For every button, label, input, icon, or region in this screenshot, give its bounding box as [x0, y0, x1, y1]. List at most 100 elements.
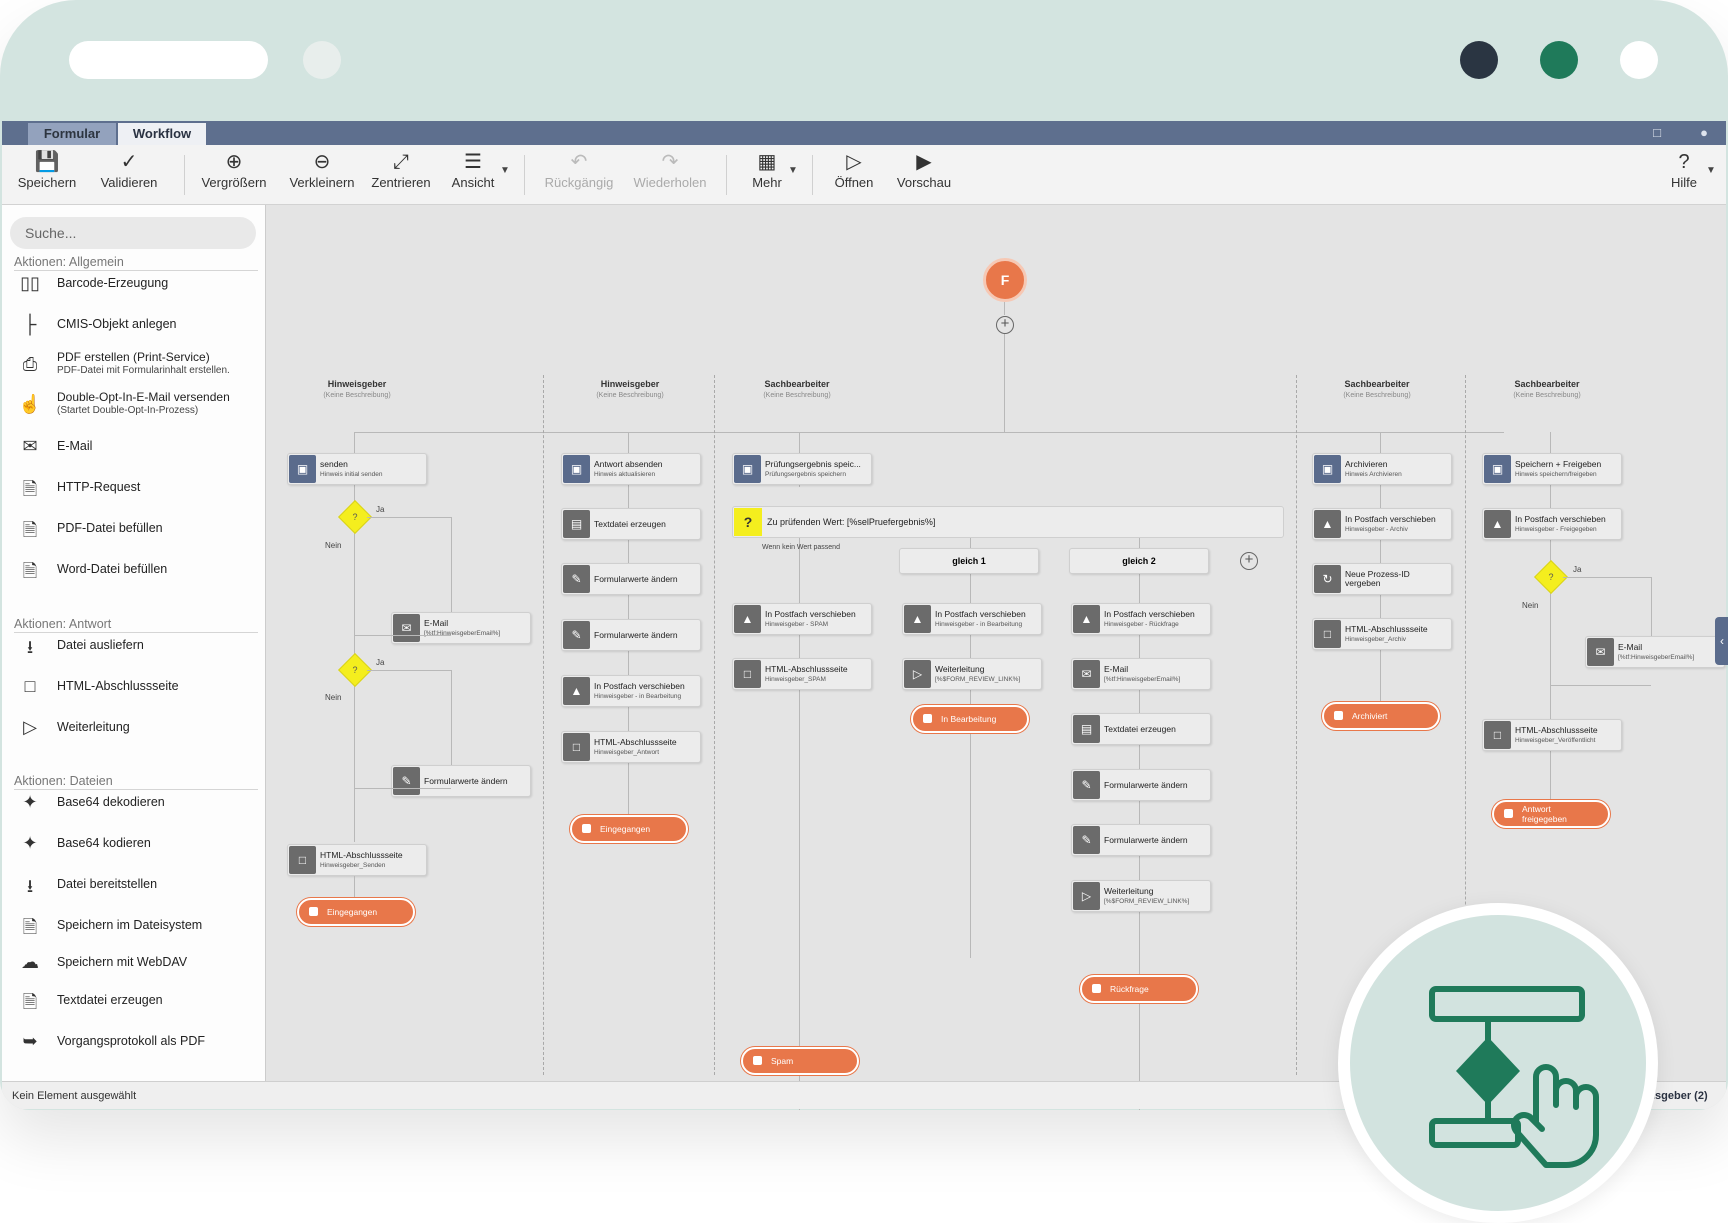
workflow-node[interactable]: □ HTML-Abschlussseite Hinweisgeber_SPAM — [732, 658, 872, 690]
sidebar-item-text-file[interactable]: 🗎 Textdatei erzeugen — [16, 984, 256, 1018]
sidebar-item-base64-decode[interactable]: ✦ Base64 dekodieren — [16, 786, 256, 820]
workflow-node[interactable]: ▲ In Postfach verschieben Hinweisgeber - i… — [902, 603, 1042, 635]
workflow-node[interactable]: □ HTML-Abschlussseite Hinweisgeber_Archiv — [1312, 618, 1452, 650]
lane-header[interactable]: Sachbearbeiter (Keine Beschreibung) — [1302, 379, 1452, 399]
center-button[interactable]: ⤢ Zentrieren — [366, 145, 436, 205]
end-state[interactable]: Spam — [741, 1047, 859, 1075]
sidebar-item-word-fill[interactable]: 🗎 Word-Datei befüllen — [16, 553, 256, 587]
add-step-icon[interactable]: + — [996, 316, 1014, 334]
end-state[interactable]: Antwort freigegeben — [1492, 800, 1610, 828]
sidebar-item-webdav[interactable]: ☁ Speichern mit WebDAV — [16, 946, 256, 980]
lane-header[interactable]: Hinweisgeber (Keine Beschreibung) — [282, 379, 432, 399]
tab-workflow[interactable]: Workflow — [118, 123, 206, 145]
lane-header[interactable]: Hinweisgeber (Keine Beschreibung) — [555, 379, 705, 399]
workflow-node[interactable]: ▣ senden Hinweis initial senden — [287, 453, 427, 485]
file-dashed-icon: □ — [734, 660, 761, 688]
list-icon: ☰ — [464, 151, 482, 173]
search-input[interactable]: Suche... — [10, 217, 256, 249]
floppy-icon: 💾 — [34, 151, 60, 173]
open-button[interactable]: ▷ Öffnen — [827, 145, 881, 205]
envelope-icon: ✉ — [1587, 638, 1614, 666]
workflow-node[interactable]: ▣ Speichern + Freigeben Hinweis speichern/… — [1482, 453, 1622, 485]
action-sidebar: Suche... Aktionen: Allgemein ▯▯ Barcode-E… — [2, 205, 266, 1081]
workflow-node[interactable]: □ HTML-Abschlussseite Hinweisgeber_Veröffe… — [1482, 719, 1622, 751]
envelope-icon: ✉ — [22, 436, 38, 456]
lane-header[interactable]: Sachbearbeiter (Keine Beschreibung) — [722, 379, 872, 399]
workflow-node[interactable]: ▲ In Postfach verschieben Hinweisgeber - R… — [1071, 603, 1211, 635]
sidebar-item-base64-encode[interactable]: ✦ Base64 kodieren — [16, 827, 256, 861]
help-dropdown-caret[interactable]: ▼ — [1706, 165, 1716, 176]
comment-icon[interactable]: □ — [1649, 125, 1665, 141]
sidebar-item-double-opt-in[interactable]: ☝ Double-Opt-In-E-Mail versenden (Startet … — [16, 388, 256, 422]
workflow-node[interactable]: ✎ Formularwerte ändern — [561, 619, 701, 651]
collapse-panel-handle[interactable]: ‹ — [1715, 617, 1728, 665]
case-node[interactable]: gleich 1 — [899, 548, 1039, 574]
end-state[interactable]: Eingegangen — [297, 898, 415, 926]
workflow-node[interactable]: ✎ Formularwerte ändern — [1071, 824, 1211, 856]
workflow-node[interactable]: ▣ Antwort absenden Hinweis aktualisieren — [561, 453, 701, 485]
file-download-icon: ⭳ — [26, 637, 34, 657]
end-state[interactable]: In Bearbeitung — [911, 705, 1029, 733]
window-control-white[interactable] — [1620, 41, 1658, 79]
redo-button[interactable]: ↷ Wiederholen — [627, 145, 713, 205]
view-button[interactable]: ☰ Ansicht — [444, 145, 502, 205]
edit-icon: ✎ — [563, 565, 590, 593]
workflow-node[interactable]: ✉ E-Mail [%tf:HinweisgeberEmail%] — [391, 612, 531, 644]
preview-button[interactable]: ▶ Vorschau — [892, 145, 956, 205]
sidebar-item-html-final[interactable]: □ HTML-Abschlussseite — [16, 670, 256, 704]
sidebar-item-provide-file[interactable]: ⭳ Datei bereitstellen — [16, 868, 256, 902]
workflow-node[interactable]: ✎ Formularwerte ändern — [1071, 769, 1211, 801]
workflow-node[interactable]: ▲ In Postfach verschieben Hinweisgeber - i… — [561, 675, 701, 707]
sidebar-item-barcode[interactable]: ▯▯ Barcode-Erzeugung — [16, 267, 256, 301]
button-icon: ▣ — [1484, 455, 1511, 483]
workflow-node[interactable]: ✉ E-Mail [%tf:HinweisgeberEmail%] — [1585, 636, 1725, 668]
workflow-node[interactable]: ▲ In Postfach verschieben Hinweisgeber - F… — [1482, 508, 1622, 540]
save-button[interactable]: 💾 Speichern — [12, 145, 82, 205]
user-icon[interactable]: ● — [1696, 125, 1712, 141]
workflow-node[interactable]: ▷ Weiterleitung [%$FORM_REVIEW_LINK%] — [902, 658, 1042, 690]
sidebar-item-protocol-pdf[interactable]: ➥ Vorgangsprotokoll als PDF — [16, 1025, 256, 1059]
file-dashed-icon: □ — [289, 846, 316, 874]
workflow-node[interactable]: ▤ Textdatei erzeugen — [1071, 713, 1211, 745]
end-state[interactable]: Eingegangen — [570, 815, 688, 843]
lane-header[interactable]: Sachbearbeiter (Keine Beschreibung) — [1472, 379, 1622, 399]
sidebar-item-save-fs[interactable]: 🗎 Speichern im Dateisystem — [16, 909, 256, 943]
window-control-dark[interactable] — [1460, 41, 1498, 79]
view-dropdown-caret[interactable]: ▼ — [500, 165, 510, 176]
workflow-node[interactable]: ▷ Weiterleitung [%$FORM_REVIEW_LINK%] — [1071, 880, 1211, 912]
sidebar-item-file-deliver[interactable]: ⭳ Datei ausliefern — [16, 629, 256, 663]
sidebar-item-http[interactable]: 🗎 HTTP-Request — [16, 471, 256, 505]
workflow-node[interactable]: ✉ E-Mail [%tf:HinweisgeberEmail%] — [1071, 658, 1211, 690]
sidebar-item-pdf-print[interactable]: ⎙ PDF erstellen (Print-Service) PDF-Datei … — [16, 348, 256, 382]
sidebar-item-redirect[interactable]: ▷ Weiterleitung — [16, 711, 256, 745]
workflow-node[interactable]: ▣ Prüfungsergebnis speic... Prüfungsergebn… — [732, 453, 872, 485]
workflow-start-node[interactable]: F — [983, 258, 1027, 302]
end-state[interactable]: Rückfrage — [1080, 975, 1198, 1003]
add-case-icon[interactable]: + — [1240, 552, 1258, 570]
workflow-node[interactable]: ▤ Textdatei erzeugen — [561, 508, 701, 540]
sidebar-item-pdf-fill[interactable]: 🗎 PDF-Datei befüllen — [16, 512, 256, 546]
switch-node[interactable]: ? Zu prüfenden Wert: [%selPruefergebnis%… — [732, 506, 1284, 538]
validate-button[interactable]: ✓ Validieren — [90, 145, 168, 205]
sidebar-item-email[interactable]: ✉ E-Mail — [16, 430, 256, 464]
zoom-out-button[interactable]: ⊖ Verkleinern — [282, 145, 362, 205]
zoom-in-button[interactable]: ⊕ Vergrößern — [194, 145, 274, 205]
workflow-node[interactable]: □ HTML-Abschlussseite Hinweisgeber_Senden — [287, 844, 427, 876]
tab-formular[interactable]: Formular — [28, 123, 116, 145]
workflow-node[interactable]: ▲ In Postfach verschieben Hinweisgeber - A… — [1312, 508, 1452, 540]
more-dropdown-caret[interactable]: ▼ — [788, 165, 798, 176]
more-button[interactable]: ▦ Mehr — [742, 145, 792, 205]
workflow-node[interactable]: ▲ In Postfach verschieben Hinweisgeber - S… — [732, 603, 872, 635]
undo-button[interactable]: ↶ Rückgängig — [539, 145, 619, 205]
case-node[interactable]: gleich 2 — [1069, 548, 1209, 574]
sidebar-item-cmis[interactable]: ├ CMIS-Objekt anlegen — [16, 308, 256, 342]
workflow-node[interactable]: ✎ Formularwerte ändern — [391, 765, 531, 797]
end-state[interactable]: Archiviert — [1322, 702, 1440, 730]
address-bar[interactable] — [69, 41, 268, 79]
help-button[interactable]: ? Hilfe — [1664, 145, 1704, 205]
workflow-node[interactable]: ↻ Neue Prozess-ID vergeben — [1312, 563, 1452, 595]
window-control-green[interactable] — [1540, 41, 1578, 79]
workflow-node[interactable]: ▣ Archivieren Hinweis Archivieren — [1312, 453, 1452, 485]
workflow-node[interactable]: ✎ Formularwerte ändern — [561, 563, 701, 595]
workflow-node[interactable]: □ HTML-Abschlussseite Hinweisgeber_Antwort — [561, 731, 701, 763]
